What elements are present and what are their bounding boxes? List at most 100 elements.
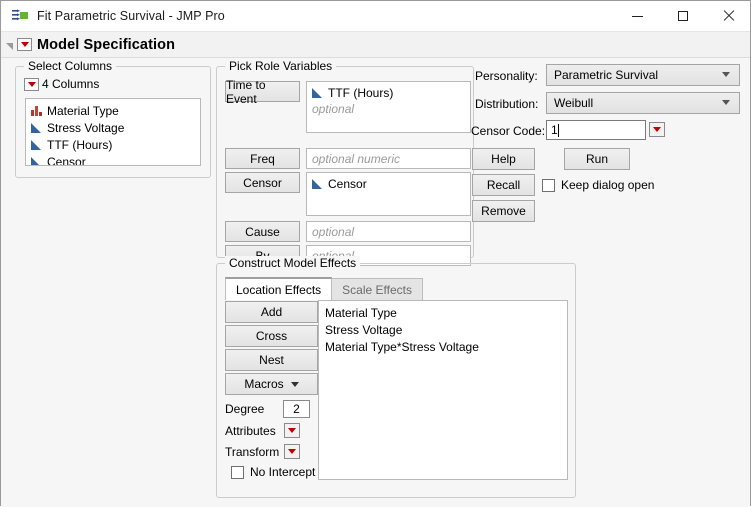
censor-dropzone[interactable]: Censor bbox=[306, 172, 471, 216]
continuous-icon bbox=[312, 88, 323, 98]
cause-placeholder: optional bbox=[312, 224, 470, 241]
continuous-icon bbox=[31, 157, 42, 167]
list-item[interactable]: Material Type bbox=[325, 305, 567, 322]
personality-label: Personality: bbox=[475, 69, 538, 83]
censor-code-dropdown-button[interactable] bbox=[649, 122, 665, 137]
keep-dialog-open-row[interactable]: Keep dialog open bbox=[542, 178, 654, 192]
degree-row: Degree 2 bbox=[225, 400, 310, 418]
dialog-content: Select Columns 4 Columns Material Type S… bbox=[1, 58, 750, 507]
freq-placeholder: optional numeric bbox=[312, 151, 470, 168]
nest-button[interactable]: Nest bbox=[225, 349, 318, 371]
attributes-row: Attributes bbox=[225, 423, 300, 438]
window-title: Fit Parametric Survival - JMP Pro bbox=[37, 9, 225, 23]
transform-label: Transform bbox=[225, 445, 284, 459]
macros-button[interactable]: Macros bbox=[225, 373, 318, 395]
continuous-icon bbox=[31, 140, 42, 150]
chevron-down-icon bbox=[291, 382, 299, 387]
cause-dropzone[interactable]: optional bbox=[306, 221, 471, 242]
tab-location-effects[interactable]: Location Effects bbox=[225, 277, 332, 300]
chevron-down-icon bbox=[722, 100, 730, 105]
list-item[interactable]: Stress Voltage bbox=[325, 322, 567, 339]
role-row-cause: Cause optional bbox=[225, 221, 471, 242]
time-to-event-dropzone[interactable]: TTF (Hours) optional bbox=[306, 81, 471, 133]
assigned-variable[interactable]: Censor bbox=[312, 175, 470, 192]
columns-list[interactable]: Material Type Stress Voltage TTF (Hours)… bbox=[25, 98, 201, 166]
maximize-icon bbox=[678, 11, 688, 21]
no-intercept-row[interactable]: No Intercept bbox=[231, 465, 315, 479]
personality-select[interactable]: Parametric Survival bbox=[546, 64, 740, 86]
red-disclosure-icon[interactable] bbox=[17, 38, 32, 51]
keep-dialog-open-checkbox[interactable] bbox=[542, 179, 555, 192]
list-item[interactable]: Material Type*Stress Voltage bbox=[325, 339, 567, 356]
dialog-window: Fit Parametric Survival - JMP Pro Model … bbox=[0, 0, 751, 506]
window-controls bbox=[615, 1, 750, 31]
run-button[interactable]: Run bbox=[564, 148, 630, 170]
close-icon bbox=[722, 10, 734, 22]
role-row-freq: Freq optional numeric bbox=[225, 148, 471, 169]
transform-dropdown-button[interactable] bbox=[284, 444, 300, 459]
minimize-button[interactable] bbox=[615, 1, 660, 31]
page-title: Model Specification bbox=[37, 37, 175, 53]
jmp-icon bbox=[11, 8, 29, 24]
nominal-icon bbox=[31, 106, 42, 116]
column-label: Censor bbox=[47, 155, 86, 167]
add-button[interactable]: Add bbox=[225, 301, 318, 323]
role-row-time-to-event: Time to Event TTF (Hours) optional bbox=[225, 81, 471, 133]
freq-dropzone[interactable]: optional numeric bbox=[306, 148, 471, 169]
list-item[interactable]: Material Type bbox=[30, 102, 200, 119]
tab-scale-effects[interactable]: Scale Effects bbox=[331, 278, 423, 300]
select-columns-legend: Select Columns bbox=[24, 59, 116, 73]
assigned-variable[interactable]: TTF (Hours) bbox=[312, 84, 470, 101]
construct-effects-legend: Construct Model Effects bbox=[225, 256, 360, 270]
assigned-variable-label: Censor bbox=[328, 177, 367, 191]
attributes-dropdown-button[interactable] bbox=[284, 423, 300, 438]
outline-triangle-icon[interactable] bbox=[6, 43, 13, 50]
assigned-variable-label: TTF (Hours) bbox=[328, 86, 393, 100]
list-item[interactable]: Censor bbox=[30, 153, 200, 166]
text-caret bbox=[558, 124, 559, 137]
model-effects-list[interactable]: Material Type Stress Voltage Material Ty… bbox=[318, 300, 568, 480]
attributes-label: Attributes bbox=[225, 424, 284, 438]
no-intercept-label: No Intercept bbox=[250, 465, 315, 479]
remove-button[interactable]: Remove bbox=[472, 200, 535, 222]
freq-button[interactable]: Freq bbox=[225, 148, 300, 169]
model-specification-outline-header[interactable]: Model Specification bbox=[1, 32, 750, 58]
help-button[interactable]: Help bbox=[472, 148, 535, 170]
continuous-icon bbox=[312, 179, 323, 189]
maximize-button[interactable] bbox=[660, 1, 705, 31]
list-item[interactable]: TTF (Hours) bbox=[30, 136, 200, 153]
column-label: TTF (Hours) bbox=[47, 138, 112, 152]
pick-role-variables-group: Pick Role Variables Time to Event TTF (H… bbox=[216, 66, 474, 258]
degree-input[interactable]: 2 bbox=[283, 400, 310, 418]
construct-model-effects-group: Construct Model Effects Location Effects… bbox=[216, 263, 576, 498]
recall-button[interactable]: Recall bbox=[472, 174, 535, 196]
no-intercept-checkbox[interactable] bbox=[231, 466, 244, 479]
censor-button[interactable]: Censor bbox=[225, 172, 300, 193]
distribution-select[interactable]: Weibull bbox=[546, 92, 740, 114]
personality-value: Parametric Survival bbox=[554, 68, 658, 82]
columns-count-row[interactable]: 4 Columns bbox=[24, 77, 99, 91]
select-columns-group: Select Columns 4 Columns Material Type S… bbox=[15, 66, 211, 178]
columns-disclosure-icon[interactable] bbox=[24, 78, 39, 91]
list-item[interactable]: Stress Voltage bbox=[30, 119, 200, 136]
minimize-icon bbox=[632, 16, 643, 17]
distribution-label: Distribution: bbox=[475, 97, 538, 111]
macros-label: Macros bbox=[244, 377, 283, 391]
cross-button[interactable]: Cross bbox=[225, 325, 318, 347]
close-button[interactable] bbox=[705, 1, 750, 31]
censor-code-label: Censor Code: bbox=[471, 124, 545, 138]
title-bar: Fit Parametric Survival - JMP Pro bbox=[1, 1, 750, 32]
time-to-event-button[interactable]: Time to Event bbox=[225, 81, 300, 102]
transform-row: Transform bbox=[225, 444, 300, 459]
degree-label: Degree bbox=[225, 402, 283, 416]
censor-code-input[interactable]: 1 bbox=[546, 120, 646, 140]
continuous-icon bbox=[31, 123, 42, 133]
cause-button[interactable]: Cause bbox=[225, 221, 300, 242]
chevron-down-icon bbox=[722, 72, 730, 77]
keep-dialog-open-label: Keep dialog open bbox=[561, 178, 654, 192]
role-row-censor: Censor Censor bbox=[225, 172, 471, 216]
time-to-event-placeholder: optional bbox=[312, 101, 470, 118]
column-label: Material Type bbox=[47, 104, 119, 118]
effects-tabstrip: Location Effects Scale Effects bbox=[225, 278, 423, 300]
columns-count-label: 4 Columns bbox=[42, 77, 99, 91]
